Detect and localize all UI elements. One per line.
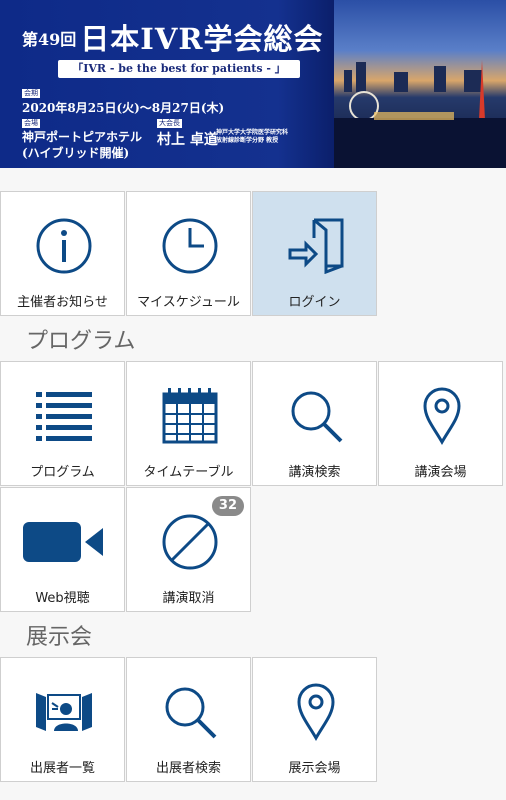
tile-label: マイスケジュール bbox=[137, 295, 240, 310]
tile-lecture-venue[interactable]: 講演会場 bbox=[378, 361, 503, 486]
conference-dates: 2020年8月25日(火)～8月27日(木) bbox=[22, 101, 225, 115]
venue-tag: 会場 bbox=[22, 119, 40, 128]
chair-affiliation: 神戸大学大学院医学研究科 放射線診断学分野 教授 bbox=[216, 129, 289, 144]
tile-label: 講演取消 bbox=[162, 591, 215, 606]
tile-label: 出展者検索 bbox=[155, 761, 221, 776]
search-icon bbox=[291, 391, 342, 443]
search-icon bbox=[165, 687, 216, 739]
calendar-icon bbox=[162, 388, 217, 444]
tile-web-viewing[interactable]: Web視聴 bbox=[0, 487, 125, 612]
tile-label: タイムテーブル bbox=[143, 465, 234, 480]
top-menu-grid: 主催者お知らせ マイスケジュール ログイン bbox=[0, 191, 506, 317]
tile-lecture-search[interactable]: 講演検索 bbox=[252, 361, 377, 486]
info-icon bbox=[36, 218, 91, 274]
section-title-exhibition: 展示会 bbox=[26, 625, 93, 650]
tile-label: 出展者一覧 bbox=[29, 761, 95, 776]
conference-title: 第49回 日本IVR学会総会 bbox=[22, 22, 324, 56]
chair-tag: 大会長 bbox=[157, 119, 182, 128]
tile-lecture-cancellation[interactable]: 講演取消 32 bbox=[126, 487, 251, 612]
tile-notices[interactable]: 主催者お知らせ bbox=[0, 191, 125, 316]
conference-theme: 「IVR - be the best for patients - 」 bbox=[58, 60, 300, 78]
tile-label: 展示会場 bbox=[288, 761, 341, 776]
map-pin-icon bbox=[422, 387, 461, 446]
exhibitor-icon bbox=[35, 693, 92, 731]
map-pin-icon bbox=[296, 683, 335, 742]
conference-chair: 村上 卓道 bbox=[157, 132, 218, 148]
tile-exhibitor-list[interactable]: 出展者一覧 bbox=[0, 657, 125, 782]
tile-timetable[interactable]: タイムテーブル bbox=[126, 361, 251, 486]
tile-exhibition-venue[interactable]: 展示会場 bbox=[252, 657, 377, 782]
tile-label: Web視聴 bbox=[35, 591, 90, 606]
conference-venue: 神戸ポートピアホテル (ハイブリッド開催) bbox=[22, 130, 143, 160]
section-title-program: プログラム bbox=[26, 329, 136, 354]
tile-label: 講演検索 bbox=[288, 465, 341, 480]
cancellation-count-badge: 32 bbox=[211, 496, 244, 516]
clock-icon bbox=[162, 218, 217, 274]
program-menu-grid: プログラム タイムテーブル 講演検索 講演会場 Web視聴 講演取消 32 bbox=[0, 361, 506, 613]
cancel-icon bbox=[162, 514, 217, 570]
tile-exhibitor-search[interactable]: 出展者検索 bbox=[126, 657, 251, 782]
tile-my-schedule[interactable]: マイスケジュール bbox=[126, 191, 251, 316]
tile-label: ログイン bbox=[288, 295, 341, 310]
tile-label: 主催者お知らせ bbox=[17, 295, 108, 310]
login-icon bbox=[288, 218, 343, 274]
tile-program[interactable]: プログラム bbox=[0, 361, 125, 486]
tile-label: 講演会場 bbox=[414, 465, 467, 480]
video-icon bbox=[22, 522, 103, 562]
tile-login[interactable]: ログイン bbox=[252, 191, 377, 316]
kobe-night-skyline-image bbox=[334, 0, 506, 168]
conference-banner: 第49回 日本IVR学会総会 「IVR - be the best for pat… bbox=[0, 0, 506, 168]
exhibition-menu-grid: 出展者一覧 出展者検索 展示会場 bbox=[0, 657, 506, 783]
period-tag: 会期 bbox=[22, 89, 40, 98]
tile-label: プログラム bbox=[30, 465, 95, 480]
list-icon bbox=[35, 392, 92, 441]
